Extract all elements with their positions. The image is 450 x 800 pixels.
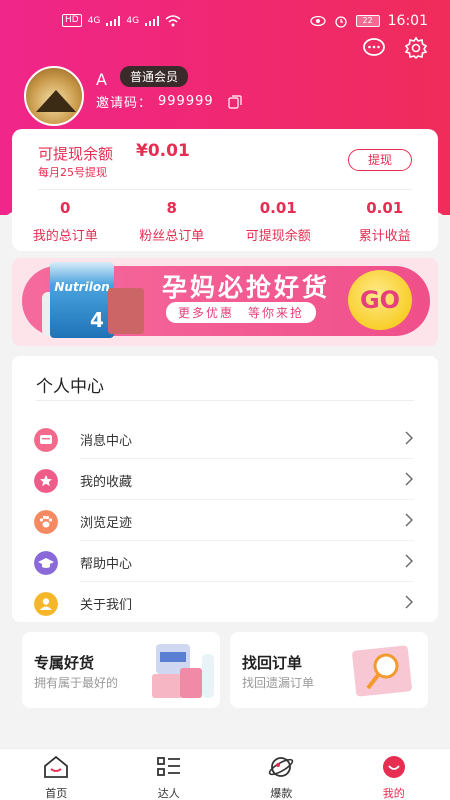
stat-total-earnings[interactable]: 0.01 累计收益 xyxy=(332,199,439,244)
alarm-icon xyxy=(334,16,347,28)
withdraw-note: 每月25号提现 xyxy=(38,166,107,179)
network-badge: HD xyxy=(62,14,82,27)
signal-a-label: 4G xyxy=(87,15,101,26)
about-icon xyxy=(34,592,58,616)
magnifier-image xyxy=(352,645,412,697)
chevron-right-icon xyxy=(405,431,413,445)
wifi-icon xyxy=(165,14,181,26)
chevron-right-icon xyxy=(405,595,413,609)
promo-banner[interactable]: Nutrilon 4 孕妈必抢好货 更多优惠 等你来抢 GO xyxy=(12,258,438,346)
header-actions xyxy=(362,36,428,60)
stat-label: 可提现余额 xyxy=(245,229,311,244)
banner-title: 孕妈必抢好货 xyxy=(162,273,331,302)
wallet-stats: 0 我的总订单 8 粉丝总订单 0.01 可提现余额 0.01 累计收益 xyxy=(12,199,438,244)
menu-label: 关于我们 xyxy=(80,598,133,613)
message-icon xyxy=(34,428,58,452)
stat-value: 8 xyxy=(166,199,177,217)
menu-item-about[interactable]: 关于我们 xyxy=(12,582,438,623)
stat-fan-orders[interactable]: 8 粉丝总订单 xyxy=(119,199,226,244)
divider xyxy=(36,400,414,401)
section-title: 个人中心 xyxy=(36,377,104,397)
footprint-icon xyxy=(34,510,58,534)
withdraw-button[interactable]: 提现 xyxy=(348,149,412,171)
message-bubble-icon[interactable] xyxy=(362,36,386,60)
chevron-right-icon xyxy=(405,472,413,486)
stat-value: 0.01 xyxy=(259,199,297,217)
tab-bar: 首页 达人 爆款 我的 xyxy=(0,748,450,800)
tab-label: 首页 xyxy=(45,787,68,800)
invite-label: 邀请码： xyxy=(96,96,153,111)
banner-go-button[interactable]: GO xyxy=(348,270,412,330)
promo-subtitle: 拥有属于最好的 xyxy=(34,676,119,690)
invite-code-row: 邀请码： 999999 xyxy=(96,92,242,111)
eye-icon xyxy=(309,15,326,27)
settings-gear-icon[interactable] xyxy=(404,36,428,60)
profile-icon xyxy=(382,756,405,778)
copy-icon[interactable] xyxy=(228,94,242,109)
stat-label: 累计收益 xyxy=(358,229,411,244)
menu-label: 浏览足迹 xyxy=(80,516,133,531)
tab-hot[interactable]: 爆款 xyxy=(225,749,338,800)
product-can-image: Nutrilon 4 xyxy=(50,262,114,338)
stat-label: 我的总订单 xyxy=(32,229,98,244)
promo-title: 找回订单 xyxy=(242,654,303,672)
planet-icon xyxy=(269,757,294,777)
withdrawable-label: 可提现余额 xyxy=(38,145,114,163)
battery-icon: 22 xyxy=(355,15,380,27)
tab-label: 我的 xyxy=(382,787,405,800)
list-icon xyxy=(156,757,180,776)
clock: 16:01 xyxy=(387,13,428,29)
menu-item-messages[interactable]: 消息中心 xyxy=(12,418,438,459)
invite-code: 999999 xyxy=(158,94,214,109)
divider xyxy=(38,189,412,190)
menu-label: 消息中心 xyxy=(80,434,133,449)
stat-label: 粉丝总订单 xyxy=(139,229,205,244)
chevron-right-icon xyxy=(405,513,413,527)
menu-item-footprints[interactable]: 浏览足迹 xyxy=(12,500,438,541)
menu-item-favorites[interactable]: 我的收藏 xyxy=(12,459,438,500)
signal-b-label: 4G xyxy=(126,15,140,26)
product-stage: 4 xyxy=(90,308,104,332)
wallet-card: 可提现余额 ¥0.01 每月25号提现 提现 0 我的总订单 8 粉丝总订单 0… xyxy=(12,129,438,251)
signal-icon xyxy=(145,15,160,26)
personal-center-card: 个人中心 消息中心 我的收藏 浏览足迹 帮助中心 关于我们 xyxy=(12,356,438,622)
promo-title: 专属好货 xyxy=(34,654,95,672)
favorite-icon xyxy=(34,469,58,493)
promo-retrieve-order[interactable]: 找回订单 找回遗漏订单 xyxy=(230,632,428,708)
product-box-image xyxy=(108,288,144,334)
status-right: 22 16:01 xyxy=(309,13,428,29)
home-icon xyxy=(44,755,69,778)
tab-label: 达人 xyxy=(157,787,180,800)
tab-home[interactable]: 首页 xyxy=(0,749,113,800)
stat-value: 0 xyxy=(60,199,71,217)
menu-label: 我的收藏 xyxy=(80,475,133,490)
status-left: HD 4G 4G xyxy=(62,14,181,27)
username: A xyxy=(96,70,107,89)
member-level-badge: 普通会员 xyxy=(120,66,189,87)
tab-mine[interactable]: 我的 xyxy=(338,749,450,800)
menu-label: 帮助中心 xyxy=(80,557,133,572)
chevron-right-icon xyxy=(405,554,413,568)
menu-item-help[interactable]: 帮助中心 xyxy=(12,541,438,582)
tab-experts[interactable]: 达人 xyxy=(113,749,226,800)
stat-value: 0.01 xyxy=(366,199,404,217)
promo-exclusive-goods[interactable]: 专属好货 拥有属于最好的 xyxy=(22,632,220,708)
promo-subtitle: 找回遗漏订单 xyxy=(242,676,315,690)
product-brand: Nutrilon xyxy=(54,280,110,294)
signal-icon xyxy=(106,15,121,26)
banner-subtitle: 更多优惠 等你来抢 xyxy=(166,302,317,323)
withdrawable-amount: ¥0.01 xyxy=(136,141,190,161)
stat-withdrawable[interactable]: 0.01 可提现余额 xyxy=(225,199,332,244)
avatar[interactable] xyxy=(24,66,84,126)
tab-label: 爆款 xyxy=(270,787,293,800)
products-image xyxy=(152,644,214,698)
stat-total-orders[interactable]: 0 我的总订单 xyxy=(12,199,119,244)
help-icon xyxy=(34,551,58,575)
